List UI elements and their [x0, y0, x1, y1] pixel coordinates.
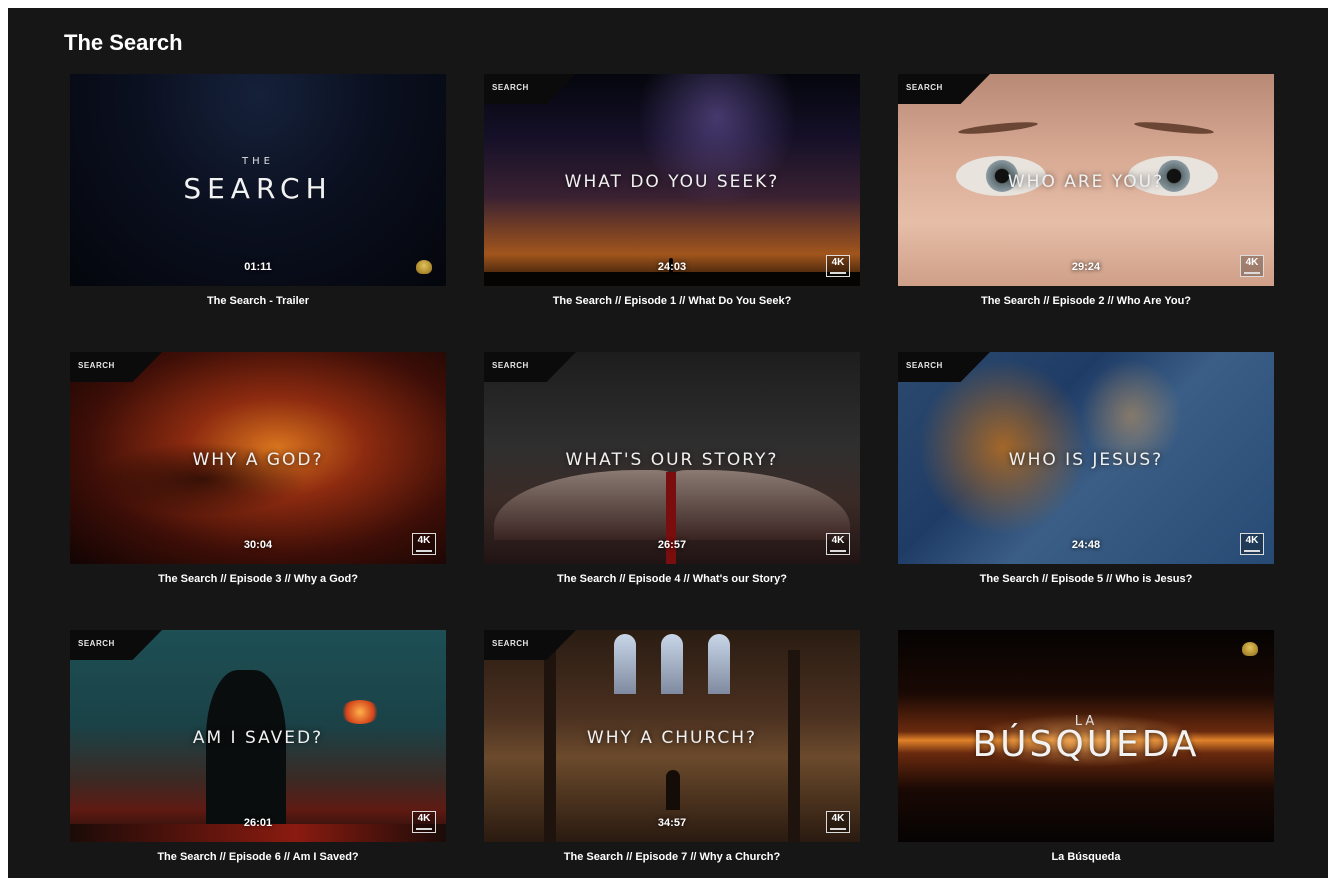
video-duration: 34:57 [657, 817, 687, 829]
video-card-episode-6[interactable]: SEARCH AM I SAVED? 26:01 4K The Search /… [70, 630, 446, 863]
video-thumbnail[interactable]: SEARCH WHO IS JESUS? 24:48 4K [898, 352, 1274, 564]
video-title[interactable]: La Búsqueda [898, 851, 1274, 863]
video-duration: 29:24 [1071, 261, 1101, 273]
corner-badge-label: SEARCH [906, 361, 943, 370]
video-thumbnail[interactable]: SEARCH WHAT DO YOU SEEK? 24:03 4K [484, 74, 860, 286]
video-card-la-busqueda[interactable]: LA BÚSQUEDA La Búsqueda [898, 630, 1274, 863]
video-thumbnail[interactable]: SEARCH AM I SAVED? 26:01 4K [70, 630, 446, 842]
video-card-episode-1[interactable]: SEARCH WHAT DO YOU SEEK? 24:03 4K The Se… [484, 74, 860, 307]
gold-emblem-icon [416, 260, 432, 274]
video-duration: 30:04 [243, 539, 273, 551]
4k-badge: 4K [826, 255, 850, 277]
video-duration: 24:48 [1071, 539, 1101, 551]
corner-badge-label: SEARCH [492, 639, 529, 648]
4k-badge: 4K [412, 811, 436, 833]
video-title[interactable]: The Search // Episode 6 // Am I Saved? [70, 851, 446, 863]
video-card-episode-2[interactable]: SEARCH WHO ARE YOU? 29:24 4K The Search … [898, 74, 1274, 307]
thumbnail-title: BÚSQUEDA [972, 724, 1200, 765]
video-thumbnail[interactable]: SEARCH WHY A CHURCH? 34:57 4K [484, 630, 860, 842]
thumbnail-title: WHAT DO YOU SEEK? [564, 172, 780, 192]
video-duration: 01:11 [244, 261, 272, 273]
corner-badge-label: SEARCH [492, 361, 529, 370]
video-thumbnail[interactable]: SEARCH WHAT'S OUR STORY? 26:57 4K [484, 352, 860, 564]
video-title[interactable]: The Search // Episode 4 // What's our St… [484, 573, 860, 585]
video-title[interactable]: The Search - Trailer [70, 295, 446, 307]
video-title[interactable]: The Search // Episode 3 // Why a God? [70, 573, 446, 585]
video-thumbnail[interactable]: SEARCH WHO ARE YOU? 29:24 4K [898, 74, 1274, 286]
thumbnail-title: WHY A CHURCH? [586, 728, 758, 748]
video-thumbnail[interactable]: THE SEARCH 01:11 [70, 74, 446, 286]
video-title[interactable]: The Search // Episode 7 // Why a Church? [484, 851, 860, 863]
video-thumbnail[interactable]: SEARCH WHY A GOD? 30:04 4K [70, 352, 446, 564]
thumbnail-title: WHO ARE YOU? [1007, 172, 1165, 192]
video-gallery: The Search THE SEARCH 01:11 The Search -… [8, 8, 1328, 878]
thumbnail-title: WHO IS JESUS? [1008, 450, 1164, 470]
thumbnail-title: WHY A GOD? [192, 450, 324, 470]
video-card-episode-5[interactable]: SEARCH WHO IS JESUS? 24:48 4K The Search… [898, 352, 1274, 585]
video-card-episode-7[interactable]: SEARCH WHY A CHURCH? 34:57 4K The Search… [484, 630, 860, 863]
video-card-episode-4[interactable]: SEARCH WHAT'S OUR STORY? 26:57 4K The Se… [484, 352, 860, 585]
corner-badge-label: SEARCH [906, 83, 943, 92]
video-title[interactable]: The Search // Episode 5 // Who is Jesus? [898, 573, 1274, 585]
thumbnail-title: SEARCH [183, 172, 333, 205]
thumbnail-kicker: THE [242, 156, 274, 167]
corner-badge-label: SEARCH [492, 83, 529, 92]
video-duration: 26:01 [243, 817, 273, 829]
video-card-trailer[interactable]: THE SEARCH 01:11 The Search - Trailer [70, 74, 446, 307]
video-title[interactable]: The Search // Episode 2 // Who Are You? [898, 295, 1274, 307]
gold-emblem-icon [1242, 642, 1258, 656]
4k-badge: 4K [1240, 533, 1264, 555]
4k-badge: 4K [826, 533, 850, 555]
video-duration: 24:03 [657, 261, 687, 273]
video-card-episode-3[interactable]: SEARCH WHY A GOD? 30:04 4K The Search //… [70, 352, 446, 585]
4k-badge: 4K [826, 811, 850, 833]
4k-badge: 4K [1240, 255, 1264, 277]
4k-badge: 4K [412, 533, 436, 555]
video-title[interactable]: The Search // Episode 1 // What Do You S… [484, 295, 860, 307]
thumbnail-title: AM I SAVED? [192, 728, 324, 748]
page-title: The Search [64, 30, 183, 55]
video-duration: 26:57 [657, 539, 687, 551]
thumbnail-title: WHAT'S OUR STORY? [565, 450, 779, 470]
corner-badge-label: SEARCH [78, 361, 115, 370]
corner-badge-label: SEARCH [78, 639, 115, 648]
video-thumbnail[interactable]: LA BÚSQUEDA [898, 630, 1274, 842]
